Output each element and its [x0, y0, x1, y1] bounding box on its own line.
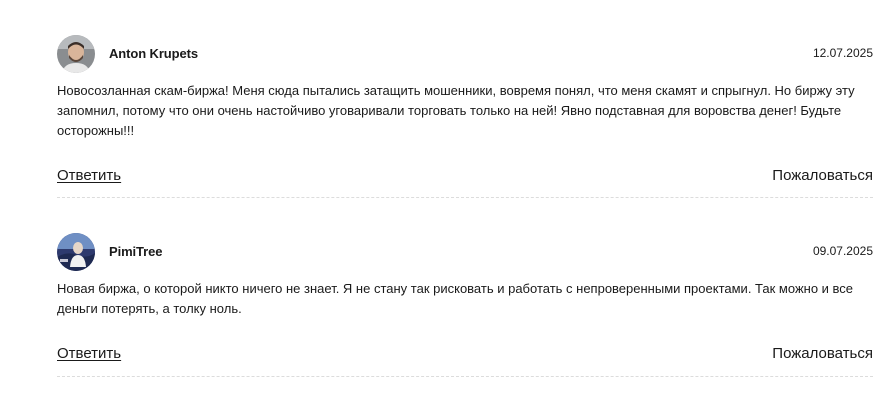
comment-actions: Ответить Пожаловаться: [57, 167, 873, 191]
comment-item: PimiTree 09.07.2025 Новая биржа, о котор…: [57, 233, 873, 377]
comment-actions: Ответить Пожаловаться: [57, 345, 873, 369]
report-link[interactable]: Пожаловаться: [772, 345, 873, 362]
comment-author: PimiTree: [109, 244, 163, 259]
avatar: [57, 233, 95, 271]
comment-date: 09.07.2025: [812, 244, 873, 258]
user-photo-avatar-icon: [57, 233, 95, 271]
avatar: [57, 35, 95, 73]
reply-link[interactable]: Ответить: [57, 345, 121, 362]
comment-header: PimiTree 09.07.2025: [57, 233, 873, 271]
user-photo-avatar-icon: [57, 35, 95, 73]
comment-divider: [57, 376, 873, 377]
comment-divider: [57, 197, 873, 198]
comment-header: Anton Krupets 12.07.2025: [57, 35, 873, 73]
comment-text: Новая биржа, о которой никто ничего не з…: [57, 281, 854, 316]
comment-text: Новосозланная скам-биржа! Меня сюда пыта…: [57, 83, 855, 138]
report-link[interactable]: Пожаловаться: [772, 167, 873, 184]
comment-author: Anton Krupets: [109, 46, 198, 61]
comment-item: Anton Krupets 12.07.2025 Новосозланная с…: [57, 35, 873, 198]
comment-date: 12.07.2025: [812, 46, 873, 60]
reply-link[interactable]: Ответить: [57, 167, 121, 184]
